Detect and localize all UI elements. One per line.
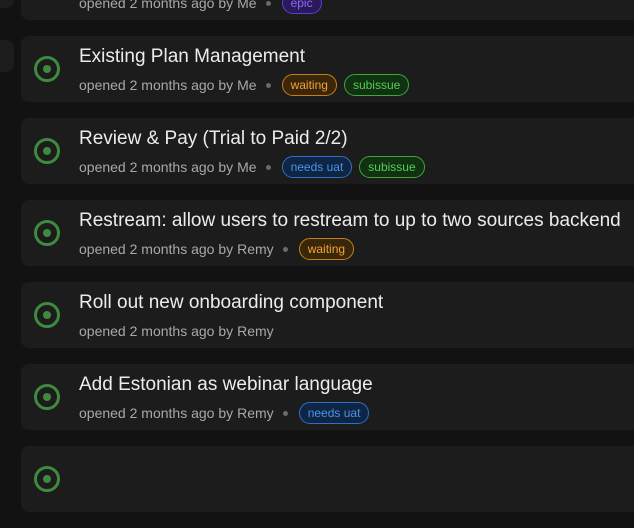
issue-meta: opened 2 months ago by Me needs uat subissu… [79,155,432,179]
sidebar-stub-top [0,0,14,8]
issue-opened-text: opened 2 months ago by [79,159,234,175]
sidebar-stub[interactable] [0,40,14,72]
issue-list: opened 2 months ago by Me epic Existing Pla… [21,0,634,528]
open-issue-icon [34,384,60,410]
open-issue-icon [34,56,60,82]
issue-title[interactable]: Roll out new onboarding component [79,292,383,314]
label-needs-uat[interactable]: needs uat [281,156,353,178]
issue-title[interactable]: Existing Plan Management [79,46,305,68]
separator-dot [282,246,288,252]
issue-card[interactable] [21,446,634,512]
separator-dot [265,82,271,88]
label-epic[interactable]: epic [281,0,322,14]
open-issue-icon [34,138,60,164]
issue-card[interactable]: Add Estonian as webinar language opened 2… [21,364,634,430]
issue-card[interactable]: Restream: allow users to restream to up … [21,200,634,266]
issue-meta: opened 2 months ago by Remy waiting [79,237,361,261]
issue-opened-text: opened 2 months ago by [79,0,234,11]
issue-opened-text: opened 2 months ago by [79,323,234,339]
issue-card[interactable]: Roll out new onboarding component opened … [21,282,634,348]
open-issue-icon [34,302,60,328]
issue-meta: opened 2 months ago by Me waiting subissue [79,73,416,97]
issue-author[interactable]: Remy [237,405,274,421]
open-issue-icon [34,220,60,246]
label-waiting[interactable]: waiting [281,74,337,96]
label-subissue[interactable]: subissue [359,156,425,178]
open-issue-icon [34,466,60,492]
issue-title[interactable]: Add Estonian as webinar language [79,374,373,396]
label-needs-uat[interactable]: needs uat [298,402,370,424]
issue-meta: opened 2 months ago by Me epic [79,0,329,15]
issue-author[interactable]: Me [237,77,256,93]
label-subissue[interactable]: subissue [343,74,410,96]
issue-meta: opened 2 months ago by Remy [79,319,274,343]
separator-dot [265,164,271,170]
issue-author[interactable]: Me [237,159,256,175]
issue-card[interactable]: opened 2 months ago by Me epic [21,0,634,20]
issue-title[interactable]: Review & Pay (Trial to Paid 2/2) [79,128,348,150]
issue-opened-text: opened 2 months ago by [79,77,234,93]
issue-card[interactable]: Review & Pay (Trial to Paid 2/2) opened 2… [21,118,634,184]
issue-opened-text: opened 2 months ago by [79,405,234,421]
issue-author[interactable]: Remy [237,323,274,339]
issue-author[interactable]: Remy [237,241,274,257]
issue-opened-text: opened 2 months ago by [79,241,234,257]
issue-meta: opened 2 months ago by Remy needs uat [79,401,376,425]
separator-dot [282,410,288,416]
issue-title[interactable]: Restream: allow users to restream to up … [79,210,621,232]
label-waiting[interactable]: waiting [298,238,355,260]
separator-dot [265,0,271,6]
issue-card[interactable]: Existing Plan Management opened 2 months … [21,36,634,102]
issue-author[interactable]: Me [237,0,256,11]
